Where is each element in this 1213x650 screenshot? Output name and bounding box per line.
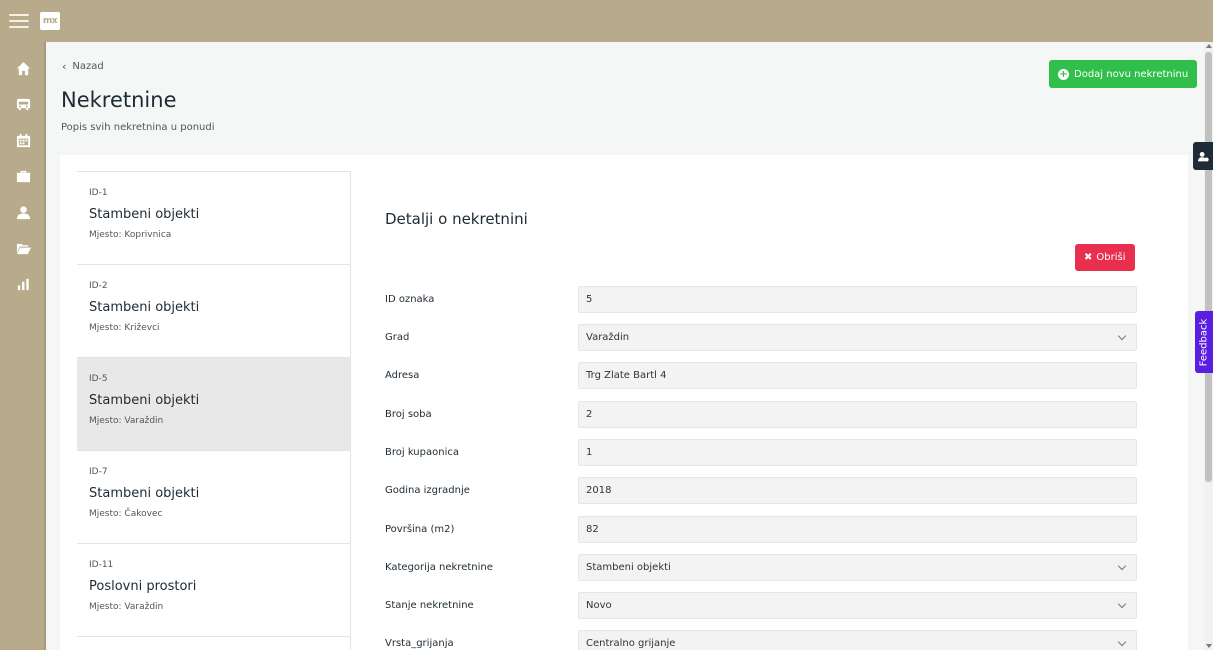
scroll-up-arrow-icon[interactable] <box>1206 44 1212 48</box>
back-link[interactable]: ‹ Nazad <box>62 60 104 73</box>
field-label: Grad <box>385 332 410 343</box>
field-value: 2018 <box>586 485 612 496</box>
form-row: ID oznaka 5 <box>385 286 1137 313</box>
list-item[interactable]: ID-11 Poslovni prostori Mjesto: Varaždin <box>77 544 350 637</box>
top-bar: mx <box>0 0 1213 42</box>
chevron-down-icon <box>1117 561 1127 571</box>
list-item-title: Stambeni objekti <box>89 300 200 315</box>
main-content: ‹ Nazad Nekretnine Popis svih nekretnina… <box>46 42 1204 650</box>
list-item-title: Poslovni prostori <box>89 579 197 594</box>
field-label: Stanje nekretnine <box>385 600 474 611</box>
field-value: Centralno grijanje <box>586 638 676 649</box>
form-row: Adresa Trg Zlate Bartl 4 <box>385 362 1137 389</box>
list-item-place: Mjesto: Varaždin <box>89 602 164 612</box>
scroll-thumb[interactable] <box>1205 52 1212 482</box>
close-icon: ✖ <box>1084 252 1093 263</box>
field-input[interactable]: Trg Zlate Bartl 4 <box>578 362 1137 389</box>
field-label: Adresa <box>385 370 420 381</box>
home-icon[interactable] <box>0 50 46 86</box>
form-row: Kategorija nekretnine Stambeni objekti <box>385 554 1137 581</box>
field-value: Stambeni objekti <box>586 562 671 573</box>
chevron-down-icon <box>1117 637 1127 647</box>
field-label: Vrsta_grijanja <box>385 638 454 649</box>
chevron-down-icon <box>1117 331 1127 341</box>
hamburger-menu-icon[interactable] <box>9 14 29 28</box>
list-item[interactable]: ID-1 Stambeni objekti Mjesto: Koprivnica <box>77 172 350 265</box>
form-row: Broj kupaonica 1 <box>385 439 1137 466</box>
feedback-label: Feedback <box>1198 318 1210 366</box>
list-item-title: Stambeni objekti <box>89 393 200 408</box>
form-row: Vrsta_grijanja Centralno grijanje <box>385 630 1137 650</box>
chevron-left-icon: ‹ <box>62 60 67 73</box>
field-value: 2 <box>586 409 593 420</box>
folder-open-icon[interactable] <box>0 230 46 266</box>
field-input[interactable]: 5 <box>578 286 1137 313</box>
page-title: Nekretnine <box>61 88 177 112</box>
list-item-title: Stambeni objekti <box>89 486 200 501</box>
app-logo[interactable]: mx <box>40 12 60 30</box>
user-icon[interactable] <box>0 194 46 230</box>
list-item-id: ID-11 <box>89 560 114 570</box>
form-row: Godina izgradnje 2018 <box>385 477 1137 504</box>
form-row: Grad Varaždin <box>385 324 1137 351</box>
field-value: 1 <box>586 447 593 458</box>
field-select[interactable]: Centralno grijanje <box>578 630 1137 650</box>
content-card: ID-1 Stambeni objekti Mjesto: Koprivnica ID… <box>60 155 1188 650</box>
field-label: Broj soba <box>385 409 432 420</box>
delete-label: Obriši <box>1096 252 1126 263</box>
list-item-title: Stambeni objekti <box>89 207 200 222</box>
user-settings-tab[interactable] <box>1193 142 1213 170</box>
add-property-button[interactable]: + Dodaj novu nekretninu <box>1049 60 1198 88</box>
field-value: Varaždin <box>586 332 630 343</box>
list-item-id: ID-1 <box>89 188 108 198</box>
list-item-id: ID-2 <box>89 281 108 291</box>
detail-title: Detalji o nekretnini <box>385 210 528 228</box>
field-value: Novo <box>586 600 612 611</box>
form-row: Stanje nekretnine Novo <box>385 592 1137 619</box>
calendar-icon[interactable] <box>0 122 46 158</box>
field-label: Površina (m2) <box>385 524 455 535</box>
field-input[interactable]: 2 <box>578 401 1137 428</box>
list-item[interactable]: ID-5 Stambeni objekti Mjesto: Varaždin <box>77 358 350 451</box>
list-item-place: Mjesto: Koprivnica <box>89 230 172 240</box>
briefcase-icon[interactable] <box>0 158 46 194</box>
form-row: Površina (m2) 82 <box>385 516 1137 543</box>
field-value: 82 <box>586 524 599 535</box>
field-label: ID oznaka <box>385 294 435 305</box>
field-select[interactable]: Stambeni objekti <box>578 554 1137 581</box>
property-list: ID-1 Stambeni objekti Mjesto: Koprivnica ID… <box>77 171 351 650</box>
delete-button[interactable]: ✖ Obriši <box>1075 244 1135 271</box>
bar-chart-icon[interactable] <box>0 266 46 302</box>
list-item-id: ID-7 <box>89 467 108 477</box>
field-label: Kategorija nekretnine <box>385 562 493 573</box>
list-item[interactable]: ID-2 Stambeni objekti Mjesto: Križevci <box>77 265 350 358</box>
sidebar <box>0 42 46 650</box>
scroll-down-arrow-icon[interactable] <box>1206 644 1212 648</box>
field-select[interactable]: Novo <box>578 592 1137 619</box>
list-item[interactable]: ID-7 Stambeni objekti Mjesto: Čakovec <box>77 451 350 544</box>
field-input[interactable]: 2018 <box>578 477 1137 504</box>
field-input[interactable]: 82 <box>578 516 1137 543</box>
field-input[interactable]: 1 <box>578 439 1137 466</box>
field-select[interactable]: Varaždin <box>578 324 1137 351</box>
bus-icon[interactable] <box>0 86 46 122</box>
chevron-down-icon <box>1117 599 1127 609</box>
field-value: Trg Zlate Bartl 4 <box>586 370 667 381</box>
add-property-label: Dodaj novu nekretninu <box>1074 68 1189 80</box>
plus-circle-icon: + <box>1058 68 1069 80</box>
user-gear-icon <box>1197 151 1209 162</box>
list-item-place: Mjesto: Čakovec <box>89 509 163 519</box>
form-row: Broj soba 2 <box>385 401 1137 428</box>
back-label: Nazad <box>72 61 104 72</box>
list-item-place: Mjesto: Varaždin <box>89 416 164 426</box>
page-subtitle: Popis svih nekretnina u ponudi <box>61 122 215 133</box>
field-label: Godina izgradnje <box>385 485 470 496</box>
feedback-tab[interactable]: Feedback <box>1195 311 1213 373</box>
list-item-place: Mjesto: Križevci <box>89 323 160 333</box>
field-value: 5 <box>586 294 593 305</box>
field-label: Broj kupaonica <box>385 447 459 458</box>
list-item-id: ID-5 <box>89 374 108 384</box>
